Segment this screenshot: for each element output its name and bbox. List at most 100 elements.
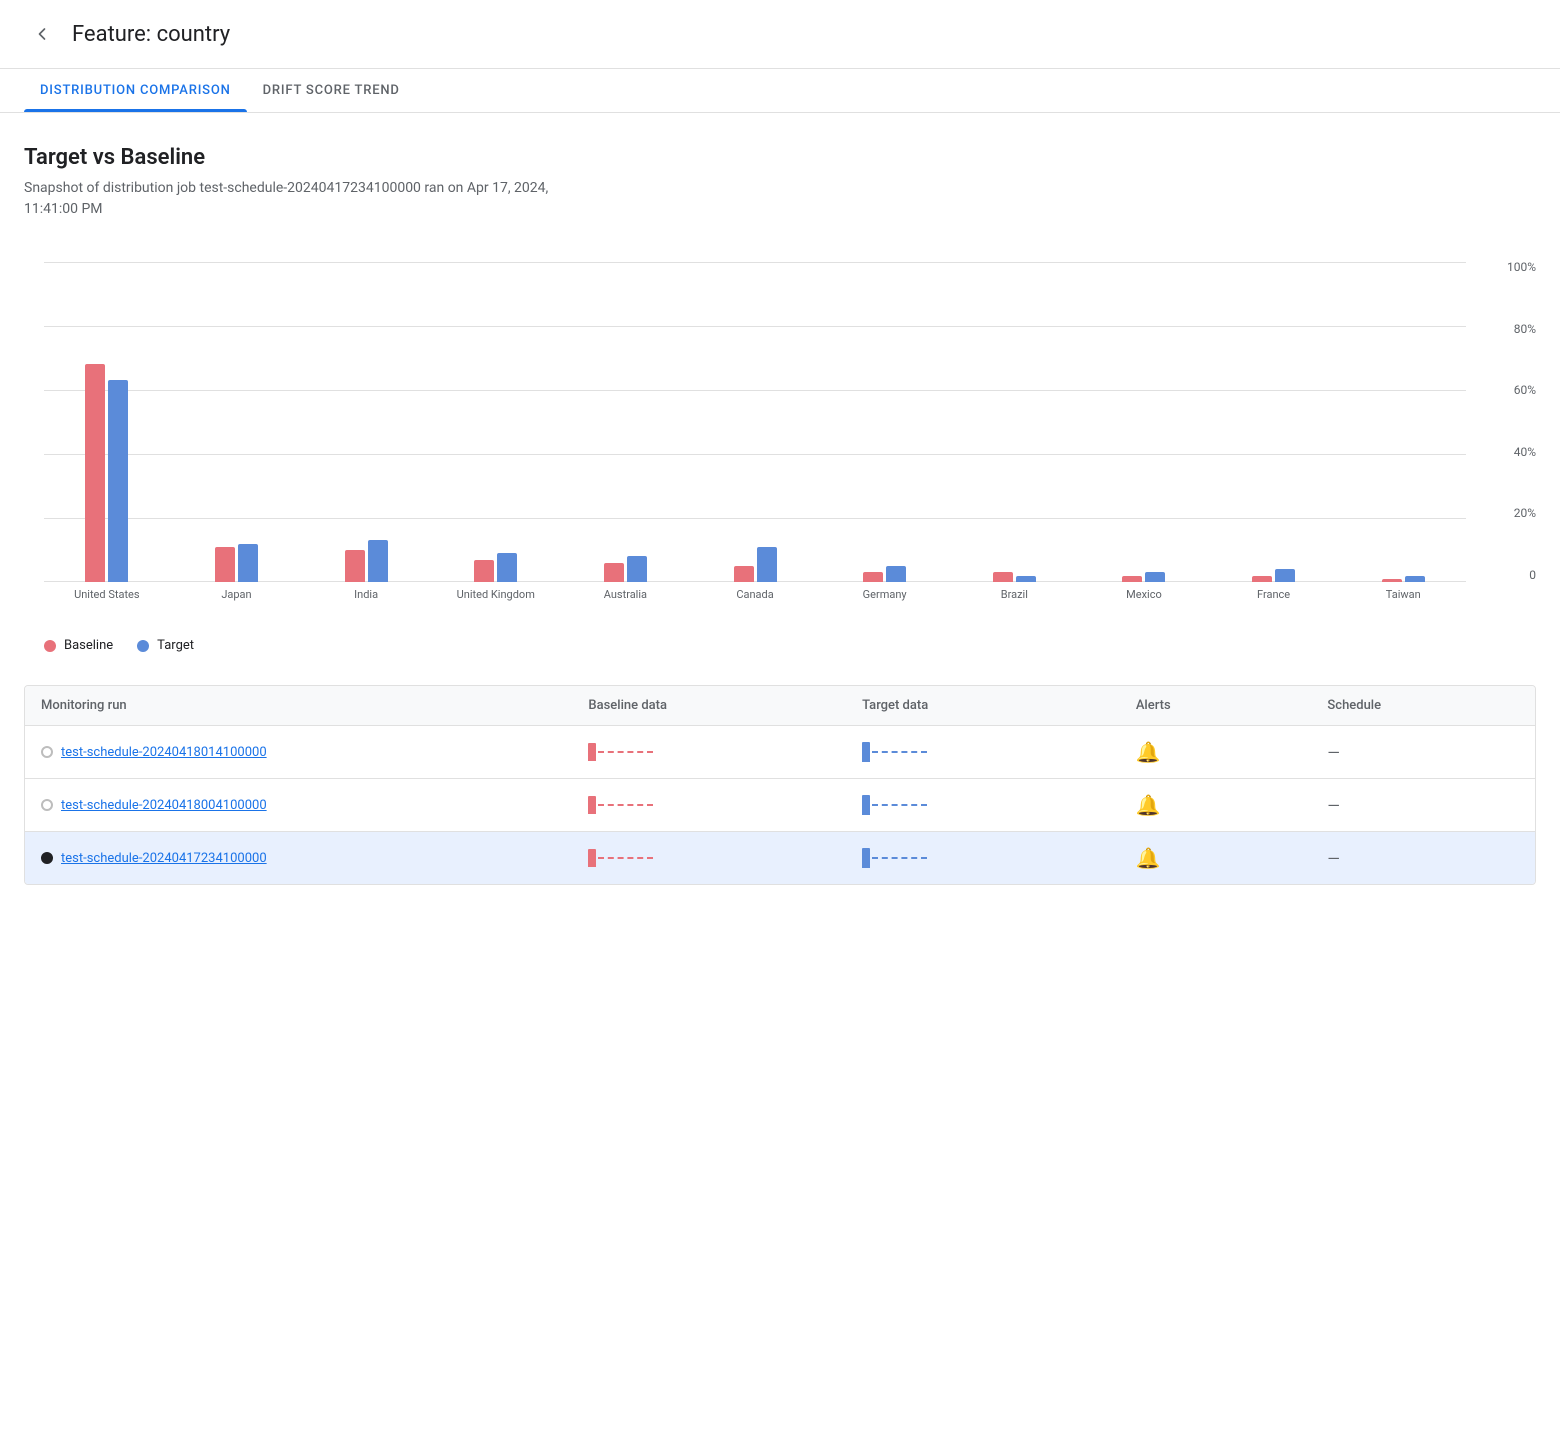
cell-run-1: test-schedule-20240418014100000 [41,745,588,760]
bar-india-target [368,540,388,582]
mini-bar-baseline-1 [588,743,596,761]
run-link-1[interactable]: test-schedule-20240418014100000 [61,745,267,760]
col-header-run: Monitoring run [41,698,588,713]
bar-group-brazil [951,262,1077,582]
mini-dotted-baseline-3 [598,857,653,859]
main-content: Target vs Baseline Snapshot of distribut… [0,113,1560,917]
cell-run-2: test-schedule-20240418004100000 [41,798,588,813]
bar-chart: 100% 80% 60% 40% 20% 0 [24,252,1536,622]
bar-mexico-target [1145,572,1165,582]
bar-group-canada [692,262,818,582]
cell-run-3: test-schedule-20240417234100000 [41,851,588,866]
mini-bar-baseline-3 [588,849,596,867]
x-label-australia: Australia [563,588,689,601]
x-label-india: India [303,588,429,601]
bar-india-baseline [345,550,365,582]
legend-baseline: Baseline [44,638,113,653]
bar-group-germany [822,262,948,582]
run-link-2[interactable]: test-schedule-20240418004100000 [61,798,267,813]
cell-alerts-2: 🔔 [1136,793,1328,817]
schedule-dash-3: — [1327,849,1340,868]
section-title: Target vs Baseline [24,145,1536,170]
bar-uk-baseline [474,560,494,582]
mini-dotted-target-3 [872,857,927,859]
table-row: test-schedule-20240418014100000 🔔 — [25,726,1535,779]
tab-distribution[interactable]: DISTRIBUTION COMPARISON [24,69,247,112]
mini-bar-target-2 [862,795,870,815]
cell-target-1 [862,742,1136,762]
mini-dotted-target-2 [872,804,927,806]
schedule-dash-2: — [1327,796,1340,815]
tabs-bar: DISTRIBUTION COMPARISON DRIFT SCORE TREN… [0,69,1560,113]
x-label-canada: Canada [692,588,818,601]
row-indicator-2 [41,799,53,811]
y-label-40: 40% [1514,445,1536,459]
x-label-uk: United Kingdom [433,588,559,601]
x-label-taiwan: Taiwan [1340,588,1466,601]
x-label-mexico: Mexico [1081,588,1207,601]
mini-baseline-chart-3 [588,849,653,867]
y-label-80: 80% [1514,322,1536,336]
legend-target-label: Target [157,638,194,653]
x-label-japan: Japan [174,588,300,601]
col-header-alerts: Alerts [1136,698,1328,713]
mini-target-chart-3 [862,848,927,868]
tab-drift[interactable]: DRIFT SCORE TREND [247,69,416,112]
bar-australia-target [627,556,647,582]
bar-brazil-baseline [993,572,1013,582]
bar-canada-target [757,547,777,582]
cell-baseline-3 [588,849,862,867]
chart-legend: Baseline Target [24,638,1536,653]
bar-australia-baseline [604,563,624,582]
y-label-100: 100% [1507,260,1536,274]
bar-group-france [1211,262,1337,582]
row-indicator-1 [41,746,53,758]
bar-uk-target [497,553,517,582]
alert-bell-1: 🔔 [1136,740,1161,764]
mini-dotted-baseline-2 [598,804,653,806]
bar-group-us [44,262,170,582]
legend-dot-baseline [44,640,56,652]
schedule-dash-1: — [1327,743,1340,762]
bar-japan-baseline [215,547,235,582]
run-link-3[interactable]: test-schedule-20240417234100000 [61,851,267,866]
legend-dot-target [137,640,149,652]
bar-group-india [303,262,429,582]
col-header-baseline: Baseline data [588,698,862,713]
cell-alerts-1: 🔔 [1136,740,1328,764]
x-label-germany: Germany [822,588,948,601]
bar-group-japan [174,262,300,582]
x-label-us: United States [44,588,170,601]
table-row: test-schedule-20240418004100000 🔔 — [25,779,1535,832]
x-label-brazil: Brazil [951,588,1077,601]
mini-bar-target-3 [862,848,870,868]
monitoring-table: Monitoring run Baseline data Target data… [24,685,1536,885]
mini-target-chart-1 [862,742,927,762]
table-header: Monitoring run Baseline data Target data… [25,686,1535,726]
bar-france-target [1275,569,1295,582]
bar-japan-target [238,544,258,582]
bar-germany-target [886,566,906,582]
bar-group-uk [433,262,559,582]
cell-alerts-3: 🔔 [1136,846,1328,870]
mini-bar-baseline-2 [588,796,596,814]
page-header: Feature: country [0,0,1560,69]
page-title: Feature: country [72,22,230,47]
cell-target-3 [862,848,1136,868]
bar-canada-baseline [734,566,754,582]
cell-baseline-1 [588,743,862,761]
bar-group-taiwan [1340,262,1466,582]
legend-baseline-label: Baseline [64,638,113,653]
mini-baseline-chart-2 [588,796,653,814]
col-header-schedule: Schedule [1327,698,1519,713]
bar-us-baseline [85,364,105,582]
mini-dotted-baseline-1 [598,751,653,753]
section-subtitle: Snapshot of distribution job test-schedu… [24,178,1536,220]
y-label-60: 60% [1514,383,1536,397]
mini-bar-target-1 [862,742,870,762]
alert-bell-3: 🔔 [1136,846,1161,870]
y-label-20: 20% [1514,506,1536,520]
mini-dotted-target-1 [872,751,927,753]
cell-target-2 [862,795,1136,815]
back-button[interactable] [24,16,60,52]
